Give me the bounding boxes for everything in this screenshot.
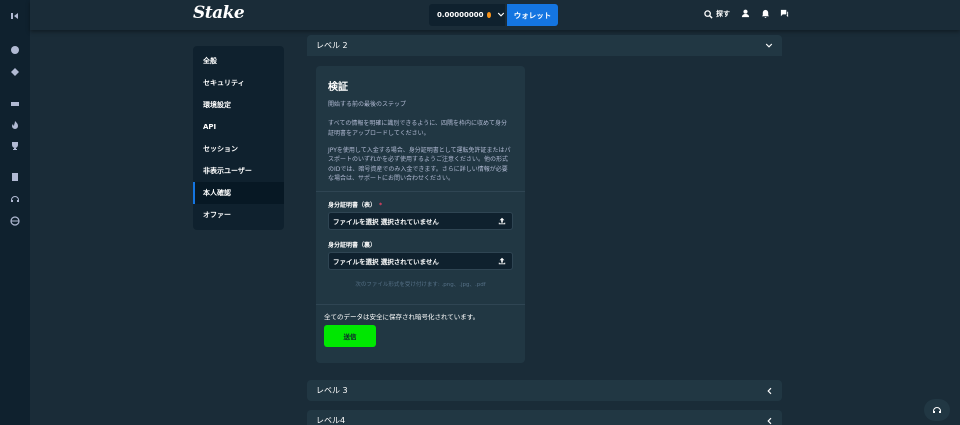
level2-title: レベル 2 [316,41,348,50]
balance-selector[interactable]: 0.00000000 [429,4,505,26]
nav-item-preferences[interactable]: 環境設定 [193,94,284,116]
required-mark: * [379,202,383,210]
nav-item-ignored-users[interactable]: 非表示ユーザー [193,160,284,182]
chat-icon [780,9,789,18]
search-icon [704,9,713,19]
headset-icon[interactable] [9,193,21,205]
secure-data-note: 全てのデータは安全に保存され暗号化されています。 [324,313,480,322]
bell-icon [761,9,770,18]
level2-body: 検証 開始する前の最後のステップ すべての情報を明確に識別できるように、四隅を枠… [307,56,782,373]
user-icon [741,9,750,18]
submit-button[interactable]: 送信 [324,325,376,348]
upload-icon [498,257,506,265]
nav-item-offers[interactable]: オファー [193,204,284,226]
chevron-left-icon [767,387,772,394]
card-subtitle: 開始する前の最後のステップ [328,101,407,108]
verification-card: 検証 開始する前の最後のステップ すべての情報を明確に識別できるように、四隅を枠… [316,66,525,363]
left-rail [0,0,30,425]
trophy-icon[interactable] [9,140,21,152]
casino-icon[interactable] [9,44,21,56]
front-id-file-input[interactable]: ファイルを選択 選択されていません [328,212,513,231]
settings-nav: 全般 セキュリティ 環境設定 API セッション 非表示ユーザー 本人確認 オフ… [193,46,284,230]
level2-header[interactable]: レベル 2 [307,35,782,56]
nav-item-security[interactable]: セキュリティ [193,72,284,94]
accepted-formats-note: 次のファイル形式を受け付けます: .png、.jpg、.pdf [355,282,486,289]
nav-item-verification[interactable]: 本人確認 [193,182,284,204]
card-title: 検証 [328,82,348,93]
divider [316,191,525,193]
chevron-left-icon [767,417,772,424]
front-file-text: ファイルを選択 選択されていません [333,218,439,227]
back-file-text: ファイルを選択 選択されていません [333,258,439,267]
level4-title: レベル4 [316,416,346,425]
level3-header[interactable]: レベル 3 [307,380,782,401]
back-id-label: 身分証明書（裏） [328,242,377,250]
fire-icon[interactable] [9,119,21,131]
promotions-icon[interactable] [9,98,21,110]
btc-coin-icon [486,12,491,18]
level3-title: レベル 3 [316,386,348,395]
search-button[interactable]: 探す [704,9,730,19]
search-label: 探す [716,10,730,18]
chevron-down-icon [765,43,773,48]
front-id-label: 身分証明書（表） * [328,202,383,210]
divider [316,304,525,306]
upload-icon [498,217,506,225]
user-button[interactable] [741,9,750,18]
level2-panel: レベル 2 検証 開始する前の最後のステップ すべての情報を明確に識別できるよう… [307,35,782,373]
wallet-button[interactable]: ウォレット [507,4,558,26]
instructions-text: すべての情報を明確に識別できるように、四隅を枠内に収めて身分証明書をアップロード… [328,120,508,137]
chevron-down-icon [497,11,505,19]
nav-item-general[interactable]: 全般 [193,50,284,72]
stake-logo[interactable]: Stake [193,3,245,23]
globe-icon[interactable] [9,215,21,227]
document-icon[interactable] [9,171,21,183]
chat-button[interactable] [780,9,789,18]
nav-item-sessions[interactable]: セッション [193,138,284,160]
top-header: Stake 0.00000000 ウォレット 探す [30,0,960,30]
level4-header[interactable]: レベル4 [307,410,782,425]
balance-amount: 0.00000000 [437,11,484,19]
sports-icon[interactable] [9,66,21,78]
notifications-button[interactable] [761,9,770,18]
live-support-button[interactable] [924,399,950,421]
back-id-file-input[interactable]: ファイルを選択 選択されていません [328,252,513,271]
headset-icon [933,407,941,413]
nav-item-api[interactable]: API [193,116,284,138]
expand-menu-icon[interactable] [9,10,21,22]
jpy-notice-text: JPYを使用して入金する場合、身分証明書として運転免許証またはパスポートのいずれ… [328,146,511,182]
